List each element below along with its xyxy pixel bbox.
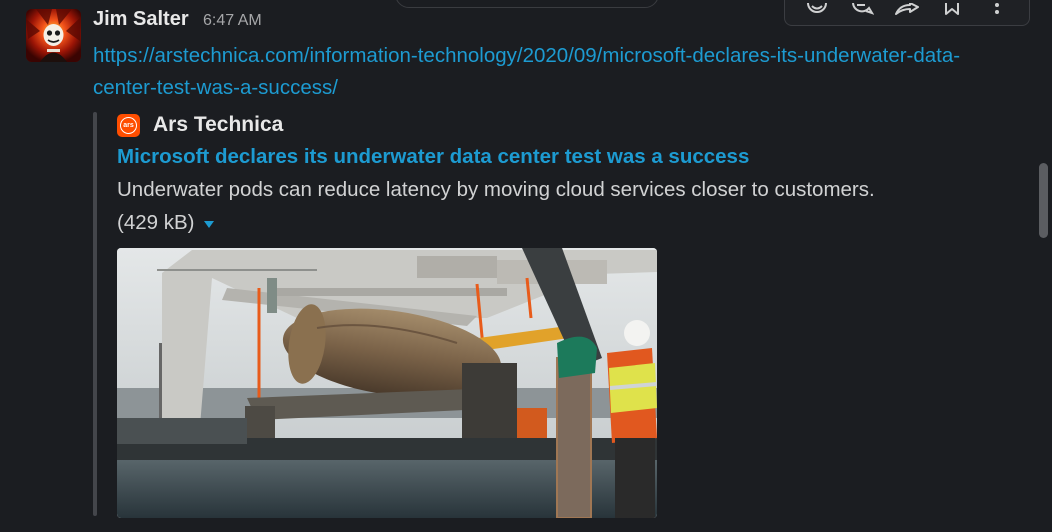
scrollbar-thumb[interactable] bbox=[1039, 163, 1048, 238]
sender-name[interactable]: Jim Salter bbox=[93, 8, 189, 31]
save-for-later-button[interactable] bbox=[939, 0, 965, 15]
site-favicon-text: ars bbox=[120, 117, 137, 134]
bookmark-icon bbox=[944, 3, 959, 15]
attachment-quote-bar bbox=[93, 112, 97, 516]
unfurl-description: Underwater pods can reduce latency by mo… bbox=[117, 178, 875, 201]
reply-in-thread-icon bbox=[852, 3, 875, 15]
share-message-button[interactable] bbox=[894, 0, 920, 15]
more-actions-button[interactable] bbox=[984, 0, 1010, 15]
unfurl-title-link[interactable]: Microsoft declares its underwater data c… bbox=[117, 145, 749, 169]
unfurl-site-name: Ars Technica bbox=[153, 113, 284, 136]
add-reaction-button[interactable] bbox=[804, 0, 830, 15]
message-link[interactable]: https://arstechnica.com/information-tech… bbox=[93, 40, 1023, 104]
collapse-preview-toggle-icon[interactable] bbox=[204, 221, 214, 228]
unfurl-file-size: (429 kB) bbox=[117, 211, 195, 234]
photo-underwater-datacenter-pod bbox=[117, 248, 657, 518]
avatar-image bbox=[26, 9, 81, 62]
unfurl-preview-image[interactable] bbox=[117, 248, 657, 518]
site-favicon-icon: ars bbox=[117, 114, 140, 137]
share-message-icon bbox=[894, 3, 919, 15]
emoji-reaction-icon bbox=[807, 3, 828, 13]
reply-in-thread-button[interactable] bbox=[849, 0, 875, 15]
message-timestamp[interactable]: 6:47 AM bbox=[203, 12, 262, 30]
avatar[interactable] bbox=[26, 9, 81, 62]
message-actions-toolbar bbox=[784, 0, 1030, 26]
more-actions-icon bbox=[994, 3, 999, 14]
top-search-bar-edge bbox=[395, 0, 659, 8]
